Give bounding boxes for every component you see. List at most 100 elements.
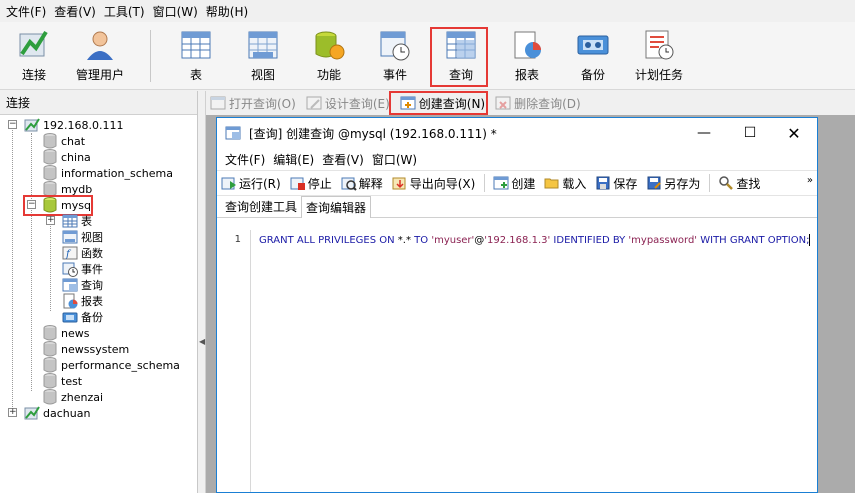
explain-button[interactable]: 解释 <box>341 175 383 192</box>
tree-mysql-tables[interactable]: 表 <box>62 213 92 229</box>
tree-mysql-views[interactable]: 视图 <box>62 229 103 245</box>
toolbar-separator <box>484 174 486 192</box>
menu-edit[interactable]: 编辑(E) <box>269 151 318 168</box>
backup-button[interactable]: 备份 <box>561 28 625 86</box>
export-label: 导出向导(X) <box>409 176 476 191</box>
delete-query-icon <box>495 96 511 110</box>
load-button[interactable]: 载入 <box>544 175 586 192</box>
menu-window[interactable]: 窗口(W) <box>149 3 202 20</box>
line-number-gutter: 1 <box>217 230 251 492</box>
function-button[interactable]: 功能 <box>297 28 361 86</box>
tree-db-information-schema[interactable]: information_schema <box>42 165 173 181</box>
menu-view[interactable]: 查看(V) <box>318 151 368 168</box>
event-button[interactable]: 事件 <box>363 28 427 86</box>
close-button[interactable]: ✕ <box>771 118 817 148</box>
tree-mysql-reports[interactable]: 报表 <box>62 293 103 309</box>
sql-keyword: TO <box>414 235 432 246</box>
tree-label: performance_schema <box>61 358 180 372</box>
sql-text: @ <box>474 235 485 246</box>
menu-help[interactable]: 帮助(H) <box>202 3 252 20</box>
expand-toggle[interactable]: + <box>8 408 17 417</box>
menu-file[interactable]: 文件(F) <box>2 3 50 20</box>
tree-mysql-functions[interactable]: f 函数 <box>62 245 103 261</box>
query-window: [查询] 创建查询 @mysql (192.168.0.111) * — ☐ ✕… <box>216 117 818 493</box>
collapse-arrow-icon[interactable]: ◀ <box>199 337 205 346</box>
query-window-toolbar: 运行(R) 停止 解释 导出向导(X) 创建 载入 保存 另存为 查找 » <box>217 170 817 196</box>
menu-file[interactable]: 文件(F) <box>221 151 269 168</box>
tree-label: dachuan <box>43 406 91 420</box>
tree-db-test[interactable]: test <box>42 373 82 389</box>
tree-connection-dachuan[interactable]: dachuan <box>24 405 90 421</box>
tree-connection-192-168-0-111[interactable]: 192.168.0.111 <box>24 117 123 133</box>
sql-string: 'mypassword' <box>628 235 698 246</box>
tree-db-china[interactable]: china <box>42 149 91 165</box>
backup-icon <box>577 35 609 55</box>
database-icon <box>43 357 57 373</box>
query-window-title: [查询] 创建查询 @mysql (192.168.0.111) * <box>249 126 497 141</box>
tab-query-editor[interactable]: 查询编辑器 <box>301 196 372 218</box>
schedule-button[interactable]: 计划任务 <box>627 28 691 86</box>
toolbar-separator <box>709 174 711 192</box>
menu-view[interactable]: 查看(V) <box>50 3 100 20</box>
create-label: 创建 <box>511 176 536 191</box>
sql-editor[interactable]: 1 GRANT ALL PRIVILEGES ON *.* TO 'myuser… <box>217 230 817 492</box>
tree-db-performance-schema[interactable]: performance_schema <box>42 357 180 373</box>
tree-mysql-backups[interactable]: 备份 <box>62 309 103 325</box>
design-query-button[interactable]: 设计查询(E) <box>306 95 390 112</box>
tree-label: 192.168.0.111 <box>43 118 124 132</box>
folder-open-icon <box>544 178 559 189</box>
view-icon <box>248 31 278 59</box>
sql-string: '192.168.1.3' <box>484 235 551 246</box>
connection-pane-title: 连接 <box>0 91 197 115</box>
manage-users-button[interactable]: 管理用户 <box>68 28 132 86</box>
create-button[interactable]: 创建 <box>493 175 535 192</box>
stop-button[interactable]: 停止 <box>290 175 332 192</box>
pane-splitter[interactable]: ◀ <box>198 91 206 493</box>
user-icon <box>87 31 113 60</box>
menu-window[interactable]: 窗口(W) <box>368 151 421 168</box>
tree-line <box>50 223 51 311</box>
database-icon <box>43 389 57 405</box>
view-button[interactable]: 视图 <box>231 28 295 86</box>
tree-db-news[interactable]: news <box>42 325 89 341</box>
query-window-titlebar[interactable]: [查询] 创建查询 @mysql (192.168.0.111) * — ☐ ✕ <box>217 118 817 148</box>
export-wizard-button[interactable]: 导出向导(X) <box>392 175 476 192</box>
event-label: 事件 <box>382 68 407 82</box>
search-icon <box>719 176 734 190</box>
tree-db-newssystem[interactable]: newssystem <box>42 341 129 357</box>
sql-string: 'myuser' <box>431 235 475 246</box>
collapse-toggle[interactable]: − <box>8 120 17 129</box>
tree-mysql-events[interactable]: 事件 <box>62 261 103 277</box>
find-button[interactable]: 查找 <box>718 175 760 192</box>
connection-icon <box>24 406 40 420</box>
table-button[interactable]: 表 <box>164 28 228 86</box>
maximize-button[interactable]: ☐ <box>727 118 773 148</box>
explain-label: 解释 <box>358 176 383 191</box>
minimize-button[interactable]: — <box>681 118 727 148</box>
toolbar-overflow-icon[interactable]: » <box>807 175 813 186</box>
report-button[interactable]: 报表 <box>495 28 559 86</box>
open-query-icon <box>210 96 226 110</box>
save-as-label: 另存为 <box>664 176 701 191</box>
delete-query-button[interactable]: 删除查询(D) <box>495 95 581 112</box>
run-button[interactable]: 运行(R) <box>221 175 281 192</box>
tree-db-zhenzai[interactable]: zhenzai <box>42 389 103 405</box>
open-query-button[interactable]: 打开查询(O) <box>210 95 296 112</box>
table-icon <box>62 214 78 228</box>
save-button[interactable]: 保存 <box>595 175 637 192</box>
close-icon: ✕ <box>787 123 801 143</box>
tree-label: information_schema <box>61 166 173 180</box>
tree-db-chat[interactable]: chat <box>42 133 85 149</box>
object-toolbar: 打开查询(O) 设计查询(E) 创建查询(N) 删除查询(D) <box>206 91 855 115</box>
tree-mysql-queries[interactable]: 查询 <box>62 277 103 293</box>
menu-tools[interactable]: 工具(T) <box>100 3 149 20</box>
minimize-icon: — <box>697 125 711 141</box>
connect-button[interactable]: 连接 <box>2 28 66 86</box>
expand-toggle[interactable]: + <box>46 216 55 225</box>
sql-code-line[interactable]: GRANT ALL PRIVILEGES ON *.* TO 'myuser'@… <box>259 234 811 246</box>
save-as-button[interactable]: 另存为 <box>646 175 700 192</box>
tree-label: 备份 <box>81 311 103 324</box>
tab-query-builder[interactable]: 查询创建工具 <box>221 196 301 217</box>
query-highlight-box <box>430 27 488 87</box>
sql-keyword: GRANT ALL PRIVILEGES ON <box>259 235 398 246</box>
